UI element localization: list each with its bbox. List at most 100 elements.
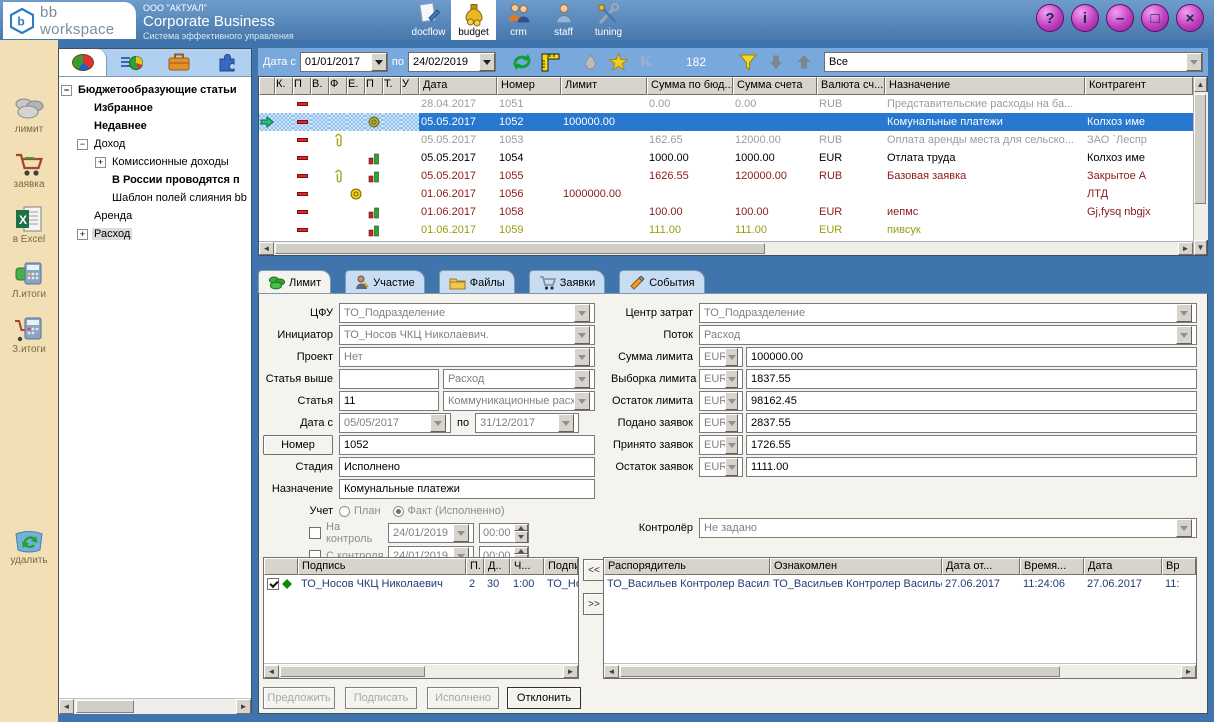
transfer-right-button[interactable]: >> (583, 593, 605, 615)
table-row[interactable]: 28.04.201710510.000.00RUBПредставительск… (259, 95, 1193, 113)
scroll-right-icon[interactable]: ► (1181, 665, 1196, 678)
export-excel-tool[interactable]: X в Excel (1, 204, 57, 245)
flow-select[interactable]: Расход (699, 325, 1197, 345)
expand-icon[interactable]: + (95, 157, 106, 168)
cost-center-select[interactable]: ТО_Подразделение (699, 303, 1197, 323)
limit-rest-input[interactable]: 98162.45 (746, 391, 1197, 411)
col-t[interactable]: Т. (383, 77, 401, 95)
chevron-down-icon[interactable] (1186, 53, 1202, 71)
on-control-checkbox[interactable] (309, 527, 321, 539)
col-invoice-sum[interactable]: Сумма счета (733, 77, 817, 95)
tab-budget-articles[interactable] (59, 49, 107, 76)
col-p2[interactable]: П (365, 77, 383, 95)
module-docflow[interactable]: docflow (406, 0, 451, 40)
scope-select[interactable]: Все (824, 52, 1203, 72)
chevron-down-icon[interactable] (479, 53, 495, 71)
requests-rest-input[interactable]: 1111.00 (746, 457, 1197, 477)
col-time2[interactable]: Вр (1162, 558, 1196, 575)
controllers-horizontal-scrollbar[interactable]: ◄ ► (604, 663, 1196, 678)
tab-portfolio[interactable] (155, 49, 203, 76)
scroll-left-icon[interactable]: ◄ (264, 665, 279, 678)
stage-input[interactable]: Исполнено (339, 457, 595, 477)
tab-limit[interactable]: Лимит (258, 270, 331, 294)
on-control-time-spinner[interactable]: 00:00 (479, 523, 529, 543)
date-from-picker[interactable]: 01/01/2017 (300, 52, 388, 72)
expand-icon[interactable]: + (77, 229, 88, 240)
col-contractor[interactable]: Контрагент (1085, 77, 1193, 95)
tree-item-expense[interactable]: +Расход (61, 225, 251, 243)
favorites-button[interactable] (606, 50, 630, 74)
module-budget[interactable]: budget (451, 0, 496, 40)
col-e[interactable]: Е. (347, 77, 365, 95)
requests-rest-currency[interactable]: EUR (699, 457, 743, 477)
tab-requests[interactable]: Заявки (529, 270, 606, 294)
signed-checkbox[interactable] (267, 578, 279, 590)
col-number[interactable]: Номер (497, 77, 561, 95)
move-up-button[interactable] (792, 50, 816, 74)
request-tool[interactable]: заявка (1, 149, 57, 190)
request-totals-tool[interactable]: З.итоги (1, 314, 57, 355)
tree-item-rent[interactable]: Аренда (61, 207, 251, 225)
plan-radio[interactable] (339, 506, 350, 517)
tree-item-income[interactable]: −Доход (61, 135, 251, 153)
module-staff[interactable]: staff (541, 0, 586, 40)
tree-item-favorites[interactable]: Избранное (61, 99, 251, 117)
cfu-select[interactable]: ТО_Подразделение (339, 303, 595, 323)
scroll-right-icon[interactable]: ► (1178, 242, 1193, 255)
table-row-selected[interactable]: 05.05.20171052100000.00Комунальные плате… (259, 113, 1193, 131)
initiator-select[interactable]: ТО_Носов ЧКЦ Николаевич. (339, 325, 595, 345)
date-to-picker[interactable]: 24/02/2019 (408, 52, 496, 72)
scroll-right-icon[interactable]: ► (236, 699, 251, 714)
table-row[interactable]: 05.05.201710541000.001000.00EURОтлата тр… (259, 149, 1193, 167)
tab-reports[interactable] (107, 49, 155, 76)
scroll-left-icon[interactable]: ◄ (59, 699, 74, 714)
col-time[interactable]: Время... (1020, 558, 1084, 575)
col-manager[interactable]: Распорядитель (604, 558, 770, 575)
tree-item-merge-template[interactable]: Шаблон полей слияния bb (61, 189, 251, 207)
col-signature[interactable]: Подпись (298, 558, 466, 575)
collapse-icon[interactable]: − (77, 139, 88, 150)
col-h[interactable]: Ч... (510, 558, 544, 575)
limit-sum-currency[interactable]: EUR (699, 347, 743, 367)
col-f[interactable]: Ф (329, 77, 347, 95)
table-row[interactable]: 01.06.20171058100.00100.00EURиепмсGj,fys… (259, 203, 1193, 221)
col-purpose[interactable]: Назначение (885, 77, 1085, 95)
filter-button[interactable] (736, 50, 760, 74)
signatures-horizontal-scrollbar[interactable]: ◄ ► (264, 663, 578, 678)
limit-used-currency[interactable]: EUR (699, 369, 743, 389)
scroll-right-icon[interactable]: ► (563, 665, 578, 678)
scroll-up-icon[interactable]: ▲ (1194, 77, 1207, 92)
col-p1[interactable]: П (293, 77, 311, 95)
sign-button[interactable]: Подписать (345, 687, 417, 709)
module-tuning[interactable]: tuning (586, 0, 631, 40)
col-blank[interactable] (264, 558, 298, 575)
col-u[interactable]: У (401, 77, 419, 95)
requests-accepted-currency[interactable]: EUR (699, 435, 743, 455)
col-p[interactable]: П. (466, 558, 484, 575)
purpose-input[interactable]: Комунальные платежи (339, 479, 595, 499)
grid-vertical-scrollbar[interactable]: ▲ ▼ (1193, 77, 1207, 255)
grid-horizontal-scrollbar[interactable]: ◄ ► (259, 241, 1193, 255)
tab-participation[interactable]: Участие (345, 270, 425, 294)
propose-button[interactable]: Предложить (263, 687, 335, 709)
help-button[interactable]: ? (1036, 4, 1064, 32)
tab-files[interactable]: Файлы (439, 270, 515, 294)
limit-tool[interactable]: лимит (1, 94, 57, 135)
module-crm[interactable]: crm (496, 0, 541, 40)
table-row[interactable]: 05.05.20171053162.6512000.00RUBОплата ар… (259, 131, 1193, 149)
chevron-down-icon[interactable] (371, 53, 387, 71)
refresh-button[interactable] (510, 50, 534, 74)
limit-used-input[interactable]: 1837.55 (746, 369, 1197, 389)
requests-filed-currency[interactable]: EUR (699, 413, 743, 433)
parent-article-code-input[interactable] (339, 369, 439, 389)
scroll-left-icon[interactable]: ◄ (259, 242, 274, 255)
tab-modules[interactable] (203, 49, 251, 76)
number-button[interactable]: Номер (263, 435, 333, 455)
tree-item-russia[interactable]: В России проводятся п (61, 171, 251, 189)
signature-row[interactable]: ТО_Носов ЧКЦ Николаевич 2 30 1:00 ТО_Но (264, 575, 578, 593)
col-v[interactable]: В. (311, 77, 329, 95)
col-acknowledged[interactable]: Ознакомлен (770, 558, 942, 575)
table-row[interactable]: 01.06.201710561000000.00ЛТД (259, 185, 1193, 203)
executed-button[interactable]: Исполнено (427, 687, 499, 709)
period-to-picker[interactable]: 31/12/2017 (475, 413, 579, 433)
